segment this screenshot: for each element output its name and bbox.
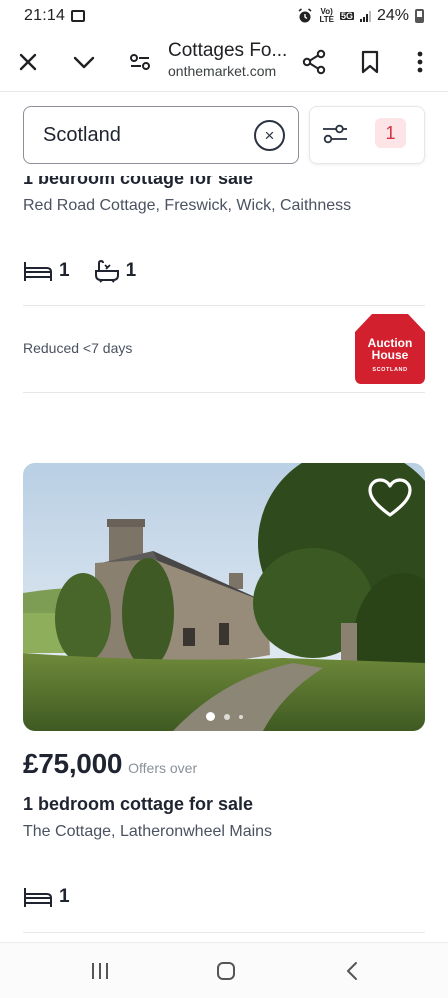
page-title-block[interactable]: Cottages Fo... onthemarket.com bbox=[168, 40, 298, 79]
agent-logo-line2: House bbox=[371, 348, 409, 362]
system-navigation-bar bbox=[0, 942, 448, 998]
close-icon bbox=[19, 53, 37, 71]
heart-icon bbox=[368, 478, 412, 517]
recent-apps-button[interactable] bbox=[80, 957, 120, 985]
site-settings-button[interactable] bbox=[120, 32, 160, 92]
carousel-dot[interactable] bbox=[223, 713, 230, 720]
divider bbox=[23, 305, 425, 306]
chevron-down-icon bbox=[73, 56, 95, 69]
bathroom-count: 1 bbox=[125, 260, 137, 281]
gallery-notification-icon bbox=[71, 10, 86, 22]
home-button[interactable] bbox=[206, 957, 246, 985]
bookmark-button[interactable] bbox=[350, 32, 390, 92]
bedrooms-feature: 1 bbox=[23, 260, 70, 282]
tune-icon bbox=[130, 54, 150, 70]
bathrooms-feature: 1 bbox=[94, 259, 137, 283]
browser-toolbar: Cottages Fo... onthemarket.com bbox=[0, 32, 448, 92]
agent-logo-line3: SCOTLAND bbox=[372, 367, 408, 373]
agent-logo-peak bbox=[355, 314, 425, 332]
alarm-icon bbox=[298, 8, 312, 23]
listing-address: Red Road Cottage, Freswick, Wick, Caithn… bbox=[23, 197, 352, 214]
reduced-label: Reduced <7 days bbox=[23, 340, 133, 356]
more-vertical-icon bbox=[417, 51, 423, 73]
signal-strength-icon bbox=[359, 10, 371, 22]
listing-title[interactable]: 1 bedroom cottage for sale bbox=[23, 794, 253, 815]
listing-price: £75,000 bbox=[23, 748, 123, 779]
price-row: £75,000 Offers over bbox=[23, 748, 197, 780]
bedroom-count: 1 bbox=[59, 886, 70, 907]
home-icon bbox=[217, 962, 235, 980]
price-qualifier: Offers over bbox=[128, 760, 198, 776]
recent-apps-icon bbox=[92, 963, 108, 979]
share-icon bbox=[302, 49, 326, 75]
listing-features: 1 1 bbox=[23, 259, 160, 283]
volte-indicator: Vo) LTE bbox=[319, 7, 334, 24]
close-button[interactable] bbox=[8, 32, 48, 92]
back-button[interactable] bbox=[332, 957, 372, 985]
bath-icon bbox=[94, 259, 119, 283]
filter-count-badge: 1 bbox=[375, 118, 406, 148]
clear-search-button[interactable]: × bbox=[254, 120, 285, 151]
more-options-button[interactable] bbox=[400, 32, 440, 92]
agent-logo[interactable]: Auction House SCOTLAND bbox=[355, 314, 425, 384]
network-type-indicator: 5G bbox=[339, 11, 354, 21]
filter-sliders-icon bbox=[323, 124, 347, 144]
minimize-button[interactable] bbox=[64, 32, 104, 92]
bedrooms-feature: 1 bbox=[23, 886, 70, 908]
listing-photo[interactable] bbox=[23, 463, 425, 731]
listing-address: The Cottage, Latheronwheel Mains bbox=[23, 823, 273, 840]
divider bbox=[23, 392, 425, 393]
battery-icon bbox=[415, 9, 424, 23]
search-value: Scotland bbox=[43, 123, 121, 146]
divider bbox=[23, 932, 425, 933]
photo-carousel-indicator bbox=[23, 712, 425, 721]
status-time: 21:14 bbox=[24, 7, 66, 24]
location-search-input[interactable]: Scotland × bbox=[23, 106, 299, 164]
share-button[interactable] bbox=[294, 32, 334, 92]
battery-percent: 24% bbox=[376, 7, 409, 24]
filters-button[interactable]: 1 bbox=[309, 106, 425, 164]
bedroom-count: 1 bbox=[59, 260, 70, 281]
bed-icon bbox=[24, 888, 52, 907]
save-favourite-button[interactable] bbox=[367, 477, 413, 519]
carousel-dot[interactable] bbox=[205, 712, 215, 721]
bed-icon bbox=[24, 262, 52, 281]
bookmark-icon bbox=[361, 50, 379, 74]
carousel-dot[interactable] bbox=[238, 714, 243, 719]
listing-features: 1 bbox=[23, 886, 94, 908]
status-bar: 21:14 Vo) LTE 5G 24% bbox=[0, 0, 448, 32]
search-bar-row: Scotland × 1 bbox=[0, 94, 448, 176]
back-chevron-icon bbox=[347, 962, 357, 980]
close-icon: × bbox=[264, 126, 275, 145]
page-title: Cottages Fo... bbox=[168, 40, 288, 61]
page-url: onthemarket.com bbox=[168, 63, 277, 79]
cottage-photo-image bbox=[23, 463, 425, 731]
